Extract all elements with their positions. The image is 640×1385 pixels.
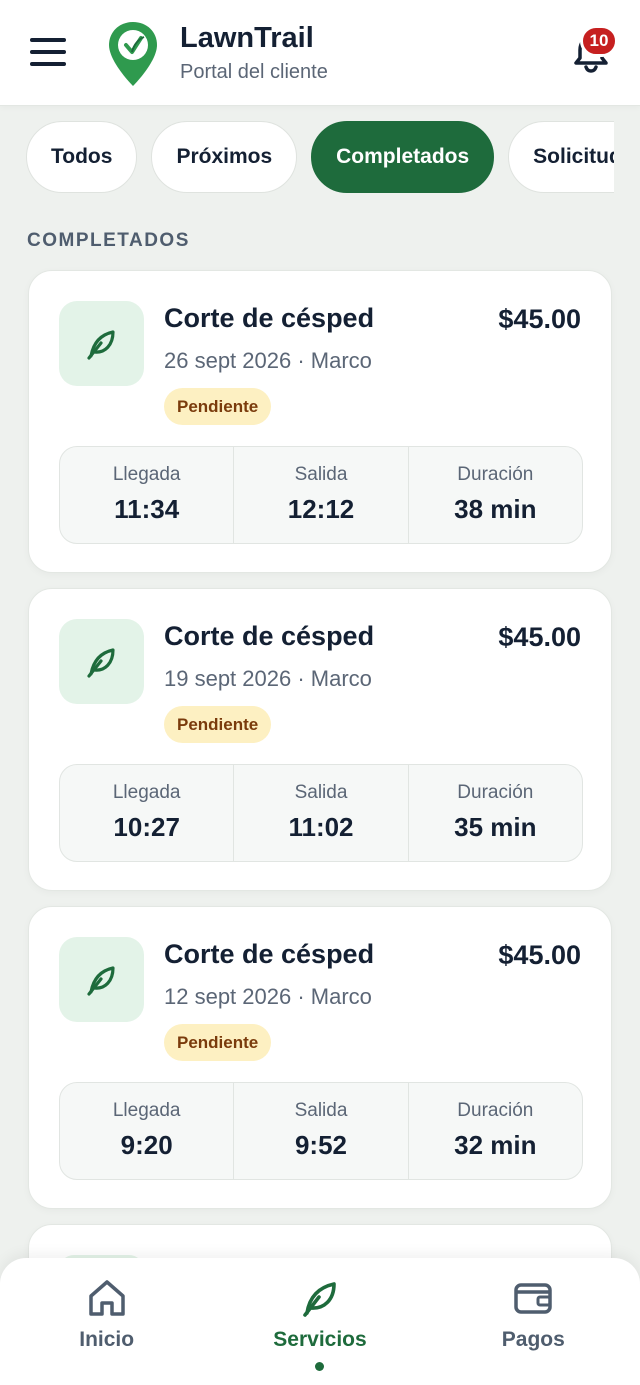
bottom-nav: Inicio Servicios Pagos (0, 1258, 640, 1385)
time-summary: Llegada 9:20 Salida 9:52 Duración 32 min (59, 1082, 583, 1180)
service-date-worker: 19 sept 2026 · Marco (164, 666, 372, 691)
tab-proximos[interactable]: Próximos (151, 121, 298, 193)
service-card[interactable]: Corte de césped $45.00 12 sept 2026 · Ma… (28, 906, 612, 1209)
app-subtitle: Portal del cliente (180, 61, 328, 83)
departure-cell: Salida 12:12 (234, 447, 409, 543)
service-price: $45.00 (498, 622, 581, 652)
section-label: COMPLETADOS (27, 230, 190, 251)
arrival-label: Llegada (112, 1100, 181, 1121)
departure-cell: Salida 9:52 (234, 1083, 409, 1179)
nav-label-pagos: Pagos (501, 1328, 565, 1351)
service-name: Corte de césped (164, 621, 375, 651)
service-date-worker: 12 sept 2026 · Marco (164, 984, 372, 1009)
arrival-time: 11:34 (114, 494, 180, 524)
app-header: LawnTrail Portal del cliente 10 (0, 0, 640, 106)
active-indicator-dot (315, 1362, 325, 1371)
arrival-time: 9:20 (120, 1130, 173, 1160)
map-pin-leaf-logo-icon (109, 22, 157, 86)
wallet-icon (514, 1283, 553, 1314)
departure-time: 9:52 (294, 1130, 348, 1160)
nav-item-servicios[interactable]: Servicios (213, 1258, 426, 1385)
service-name: Corte de césped (164, 939, 375, 969)
service-icon-container (59, 619, 144, 704)
departure-label: Salida (294, 464, 348, 485)
menu-icon-bar (30, 38, 66, 42)
service-icon-container (59, 301, 144, 386)
service-price: $45.00 (498, 940, 581, 970)
time-summary: Llegada 10:27 Salida 11:02 Duración 35 m… (59, 764, 583, 862)
service-date-worker: 26 sept 2026 · Marco (164, 348, 372, 373)
service-price: $45.00 (498, 304, 581, 334)
departure-cell: Salida 11:02 (234, 765, 409, 861)
service-card[interactable]: Corte de césped $45.00 26 sept 2026 · Ma… (28, 270, 612, 573)
duration-label: Duración (457, 464, 534, 485)
tab-solicitudes[interactable]: Solicitudes (508, 121, 614, 193)
menu-button[interactable] (30, 38, 68, 66)
app-title: LawnTrail (180, 22, 314, 54)
notification-badge: 10 (580, 25, 618, 57)
leaf-icon (303, 1282, 336, 1317)
time-summary: Llegada 11:34 Salida 12:12 Duración 38 m… (59, 446, 583, 544)
status-badge: Pendiente (164, 706, 272, 743)
tab-completados[interactable]: Completados (311, 121, 495, 193)
nav-label-servicios: Servicios (273, 1328, 367, 1351)
service-name: Corte de césped (164, 303, 375, 333)
arrival-cell: Llegada 9:20 (60, 1083, 235, 1179)
duration-cell: Duración 32 min (409, 1083, 582, 1179)
arrival-cell: Llegada 10:27 (60, 765, 235, 861)
service-icon-container (59, 937, 144, 1022)
departure-label: Salida (294, 1100, 348, 1121)
tab-todos[interactable]: Todos (26, 121, 138, 193)
duration-label: Duración (457, 1100, 534, 1121)
nav-label-inicio: Inicio (79, 1328, 135, 1351)
leaf-icon (86, 647, 115, 678)
menu-icon-bar (30, 50, 66, 54)
arrival-time: 10:27 (113, 812, 180, 842)
status-badge: Pendiente (164, 1024, 272, 1061)
home-icon (88, 1280, 125, 1316)
arrival-cell: Llegada 11:34 (60, 447, 235, 543)
menu-icon-bar (30, 62, 66, 66)
nav-item-pagos[interactable]: Pagos (427, 1258, 640, 1385)
departure-time: 12:12 (287, 494, 355, 524)
duration-value: 35 min (454, 812, 537, 842)
leaf-icon (86, 329, 115, 360)
departure-time: 11:02 (288, 812, 354, 842)
duration-value: 32 min (454, 1130, 537, 1160)
filter-tabs: Todos Próximos Completados Solicitudes (26, 121, 614, 195)
arrival-label: Llegada (112, 782, 181, 803)
departure-label: Salida (294, 782, 348, 803)
services-list: Corte de césped $45.00 26 sept 2026 · Ma… (28, 270, 612, 1299)
arrival-label: Llegada (112, 464, 181, 485)
duration-cell: Duración 38 min (409, 447, 582, 543)
duration-label: Duración (457, 782, 534, 803)
leaf-icon (86, 965, 115, 996)
service-card[interactable]: Corte de césped $45.00 19 sept 2026 · Ma… (28, 588, 612, 891)
nav-item-inicio[interactable]: Inicio (0, 1258, 213, 1385)
status-badge: Pendiente (164, 388, 272, 425)
duration-cell: Duración 35 min (409, 765, 582, 861)
duration-value: 38 min (454, 494, 537, 524)
